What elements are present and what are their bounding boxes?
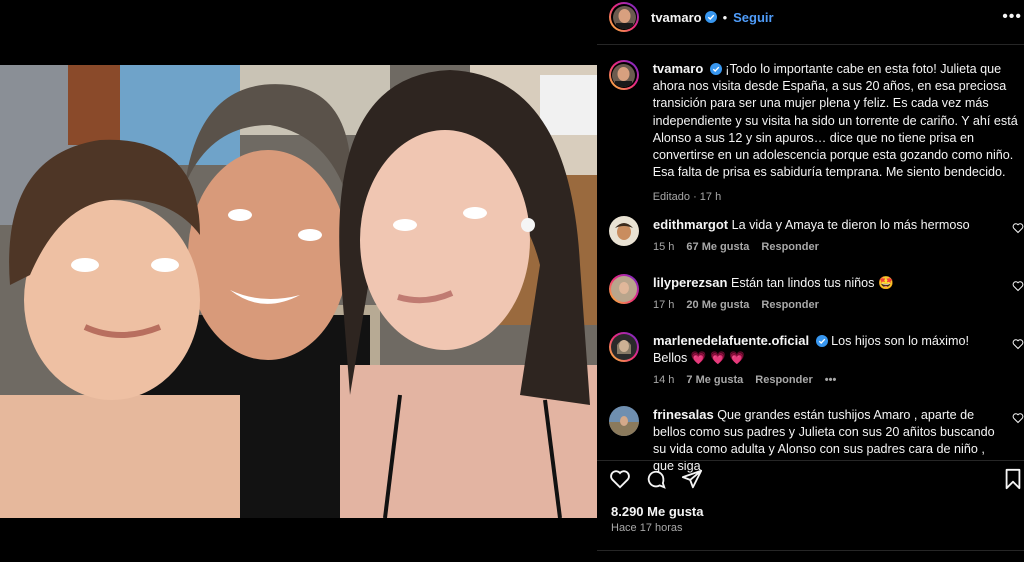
- comment-item: lilyperezsan Están tan lindos tus niños …: [609, 274, 1024, 311]
- separator-dot: •: [722, 9, 728, 25]
- commenter-photo: [609, 216, 639, 246]
- comment-likes[interactable]: 67 Me gusta: [686, 241, 749, 253]
- caption-text: ¡Todo lo importante cabe en esta foto! J…: [652, 62, 1018, 180]
- comment-likes[interactable]: 20 Me gusta: [686, 299, 749, 311]
- commenter-photo: [611, 276, 637, 302]
- post-media-area: [0, 0, 597, 562]
- family-selfie-image: [0, 65, 597, 518]
- post-header: tvamaro • Seguir •••: [597, 0, 1024, 34]
- comment-time: 15 h: [653, 241, 675, 253]
- verified-badge-icon: [815, 335, 828, 347]
- comment-text: Están tan lindos tus niños 🤩: [730, 276, 894, 290]
- commenter-photo: [611, 334, 637, 360]
- author-photo: [612, 5, 636, 29]
- author-photo: [612, 63, 636, 87]
- comment-text: La vida y Amaya te dieron lo más hermoso: [731, 218, 970, 232]
- post-time: Hace 17 horas: [611, 522, 683, 534]
- comment-item: edithmargot La vida y Amaya te dieron lo…: [609, 216, 1024, 253]
- post-actions: [609, 466, 1024, 492]
- actions-divider: [597, 460, 1024, 461]
- comment-like-heart-icon[interactable]: [1012, 412, 1024, 424]
- verified-badge-icon: [709, 63, 722, 75]
- reply-button[interactable]: Responder: [761, 299, 818, 311]
- comment-item: marlenedelafuente.oficial Los hijos son …: [609, 332, 1024, 386]
- bookmark-icon[interactable]: [1003, 468, 1023, 490]
- comment-icon[interactable]: [645, 468, 667, 490]
- comment-username[interactable]: frinesalas: [653, 407, 714, 422]
- edited-label: Editado: [652, 191, 691, 204]
- caption-username[interactable]: tvamaro: [653, 61, 704, 76]
- post-side-panel: tvamaro • Seguir ••• tvamaro ¡Todo lo im…: [597, 0, 1024, 562]
- share-icon[interactable]: [681, 468, 703, 490]
- commenter-avatar[interactable]: [609, 274, 639, 304]
- commenter-avatar[interactable]: [609, 216, 639, 246]
- comment-item: frinesalas Que grandes están tushijos Am…: [609, 406, 1024, 475]
- post-photo[interactable]: [0, 65, 597, 518]
- comment-time: 17 h: [653, 299, 675, 311]
- add-comment-area[interactable]: [597, 552, 1024, 562]
- comment-more-button[interactable]: •••: [825, 374, 837, 386]
- comment-likes[interactable]: 7 Me gusta: [686, 374, 743, 386]
- verified-badge-icon: [704, 11, 717, 23]
- follow-button[interactable]: Seguir: [733, 10, 773, 25]
- author-avatar[interactable]: [609, 2, 639, 32]
- header-divider: [597, 44, 1024, 45]
- caption-meta: Editado · 17 h: [652, 191, 722, 204]
- caption-author-avatar[interactable]: [609, 60, 639, 90]
- comment-like-heart-icon[interactable]: [1012, 280, 1024, 292]
- likes-count[interactable]: 8.290 Me gusta: [611, 504, 704, 519]
- comment-time: 14 h: [653, 374, 675, 386]
- reply-button[interactable]: Responder: [755, 374, 812, 386]
- author-username[interactable]: tvamaro: [651, 10, 702, 25]
- comment-like-heart-icon[interactable]: [1012, 338, 1024, 350]
- reply-button[interactable]: Responder: [761, 241, 818, 253]
- post-caption: tvamaro ¡Todo lo importante cabe en esta…: [609, 60, 1019, 207]
- caption-time: 17 h: [699, 191, 722, 204]
- commenter-avatar[interactable]: [609, 332, 639, 362]
- comment-text: Los hijos son lo máximo!: [831, 334, 969, 348]
- comment-like-heart-icon[interactable]: [1012, 222, 1024, 234]
- comment-username[interactable]: edithmargot: [653, 217, 728, 232]
- commenter-photo: [609, 406, 639, 436]
- comment-text-line2: Bellos 💗 💗 💗: [653, 351, 745, 365]
- heart-icon[interactable]: [609, 468, 631, 490]
- comment-username[interactable]: marlenedelafuente.oficial: [653, 333, 809, 348]
- commenter-avatar[interactable]: [609, 406, 639, 436]
- comment-username[interactable]: lilyperezsan: [653, 275, 727, 290]
- more-options-button[interactable]: •••: [1002, 8, 1022, 26]
- comment-box-divider: [597, 550, 1024, 551]
